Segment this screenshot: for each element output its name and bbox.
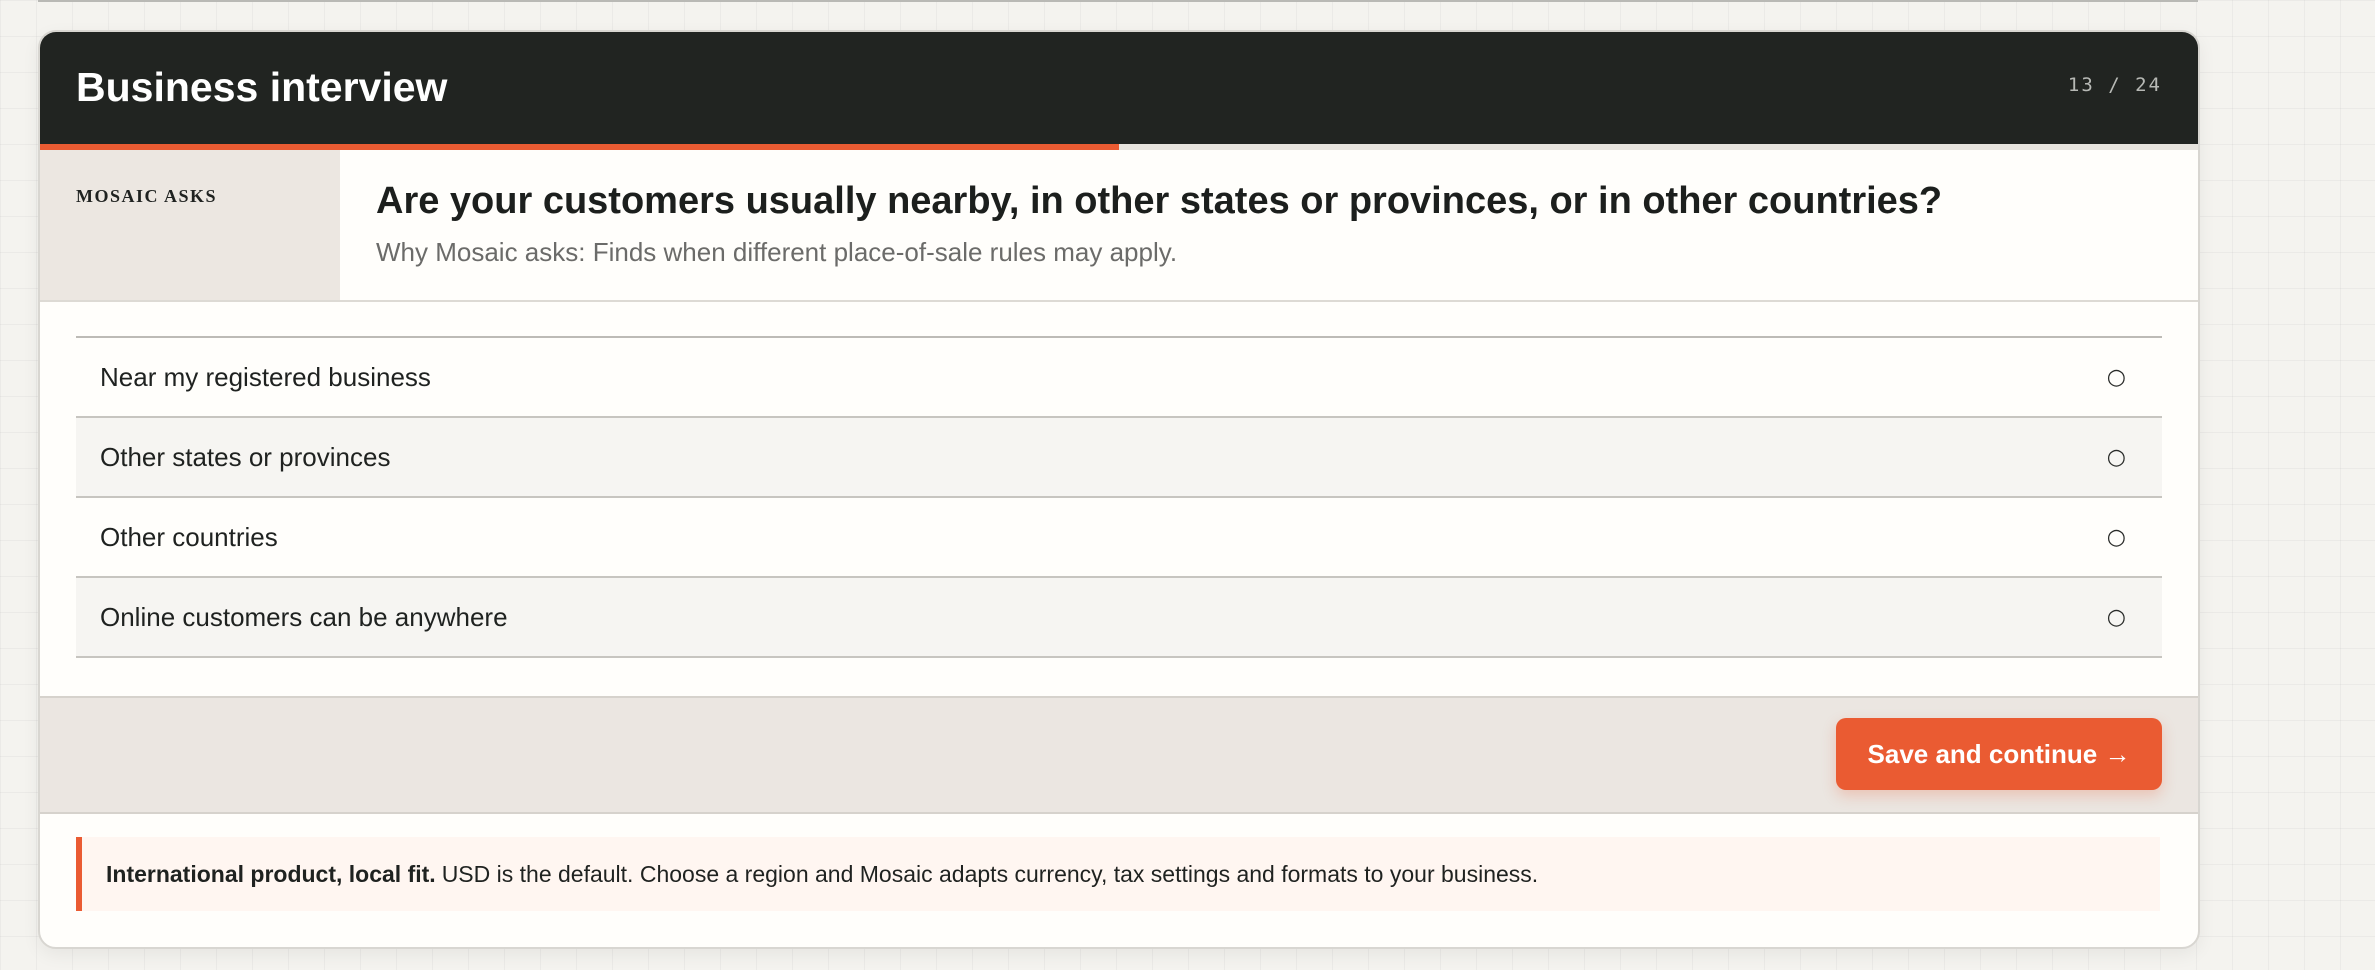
option-other-countries[interactable]: Other countries ○ <box>76 498 2162 578</box>
progress-counter: 13 / 24 <box>2067 74 2162 96</box>
radio-unchecked-icon[interactable]: ○ <box>2107 365 2126 390</box>
radio-unchecked-icon[interactable]: ○ <box>2107 445 2126 470</box>
answer-options: Near my registered business ○ Other stat… <box>76 336 2162 658</box>
option-label: Online customers can be anywhere <box>100 601 508 632</box>
asker-panel: MOSAIC ASKS <box>40 150 340 300</box>
option-online-anywhere[interactable]: Online customers can be anywhere ○ <box>76 578 2162 658</box>
note-text: USD is the default. Choose a region and … <box>441 860 1539 887</box>
asker-label: MOSAIC ASKS <box>76 186 218 206</box>
info-note: International product, local fit. USD is… <box>76 837 2160 911</box>
top-divider <box>38 0 2198 2</box>
save-and-continue-button[interactable]: Save and continue → <box>1836 718 2162 790</box>
question-explanation: Why Mosaic asks: Finds when different pl… <box>376 237 1178 267</box>
note-heading: International product, local fit. <box>106 860 436 887</box>
page-title: Business interview <box>76 64 448 110</box>
option-other-states[interactable]: Other states or provinces ○ <box>76 418 2162 498</box>
option-label: Other countries <box>100 521 278 552</box>
progress-bar-fill <box>40 144 1119 150</box>
question-heading: Are your customers usually nearby, in ot… <box>376 180 1943 222</box>
action-bar: Save and continue → <box>40 696 2198 814</box>
question-block: Are your customers usually nearby, in ot… <box>340 150 1978 300</box>
card-header: Business interview 13 / 24 <box>40 32 2198 144</box>
option-label: Near my registered business <box>100 361 431 392</box>
radio-unchecked-icon[interactable]: ○ <box>2107 525 2126 550</box>
progress-bar <box>40 144 2198 150</box>
question-section: MOSAIC ASKS Are your customers usually n… <box>40 150 2198 302</box>
option-near-business[interactable]: Near my registered business ○ <box>76 338 2162 418</box>
radio-unchecked-icon[interactable]: ○ <box>2107 605 2126 630</box>
interview-card: Business interview 13 / 24 MOSAIC ASKS A… <box>38 30 2200 949</box>
option-label: Other states or provinces <box>100 441 391 472</box>
